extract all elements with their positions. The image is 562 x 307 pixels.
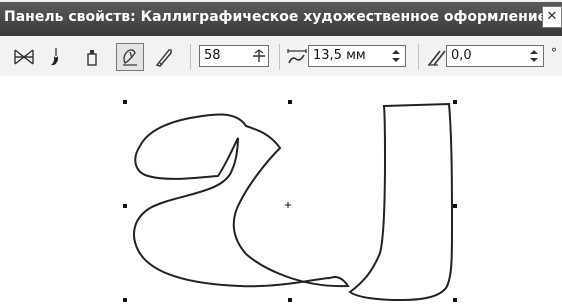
angle-field[interactable]: 0,0 — [446, 45, 544, 67]
preset-icon — [14, 49, 34, 65]
pressure-icon — [155, 49, 172, 67]
slider-icon[interactable] — [252, 47, 266, 65]
spinner-icon[interactable] — [389, 47, 403, 65]
close-icon: ✕ — [546, 9, 558, 24]
brush-icon — [51, 48, 58, 66]
smoothing-field[interactable]: 58 — [199, 45, 269, 67]
angle-unit: ° — [551, 46, 557, 60]
sprayer-icon — [87, 50, 97, 66]
toolbar-separator — [279, 44, 280, 70]
sprayer-tool-button[interactable] — [78, 43, 106, 71]
width-icon — [287, 49, 307, 64]
calligraphic-tool-button[interactable] — [116, 43, 144, 71]
toolbar: 58 13,5 мм 0,0 ° — [0, 38, 562, 78]
pressure-tool-button[interactable] — [150, 43, 178, 71]
spinner-icon[interactable] — [527, 47, 541, 65]
angle-icon — [428, 50, 446, 66]
width-value: 13,5 мм — [313, 48, 366, 63]
calligraphic-stroke-s — [133, 113, 350, 288]
toolbar-separator — [190, 44, 191, 70]
close-button[interactable]: ✕ — [542, 6, 562, 28]
selection-handles[interactable] — [123, 100, 457, 302]
width-field[interactable]: 13,5 мм — [308, 45, 406, 67]
center-mark — [285, 202, 291, 208]
property-bar-title: Панель свойств: Каллиграфическое художес… — [4, 9, 548, 25]
calligraphic-icon — [123, 49, 137, 66]
toolbar-separator — [418, 44, 419, 70]
preset-tool-button[interactable] — [10, 43, 38, 71]
drawing-canvas[interactable] — [0, 78, 562, 307]
property-bar-titlebar[interactable]: Панель свойств: Каллиграфическое художес… — [0, 2, 562, 36]
angle-value: 0,0 — [451, 48, 472, 63]
calligraphic-stroke-i — [348, 102, 453, 302]
property-bar: Панель свойств: Каллиграфическое художес… — [0, 0, 562, 76]
canvas-drawing — [123, 100, 457, 302]
brush-tool-button[interactable] — [42, 43, 70, 71]
smoothing-value: 58 — [204, 48, 221, 63]
